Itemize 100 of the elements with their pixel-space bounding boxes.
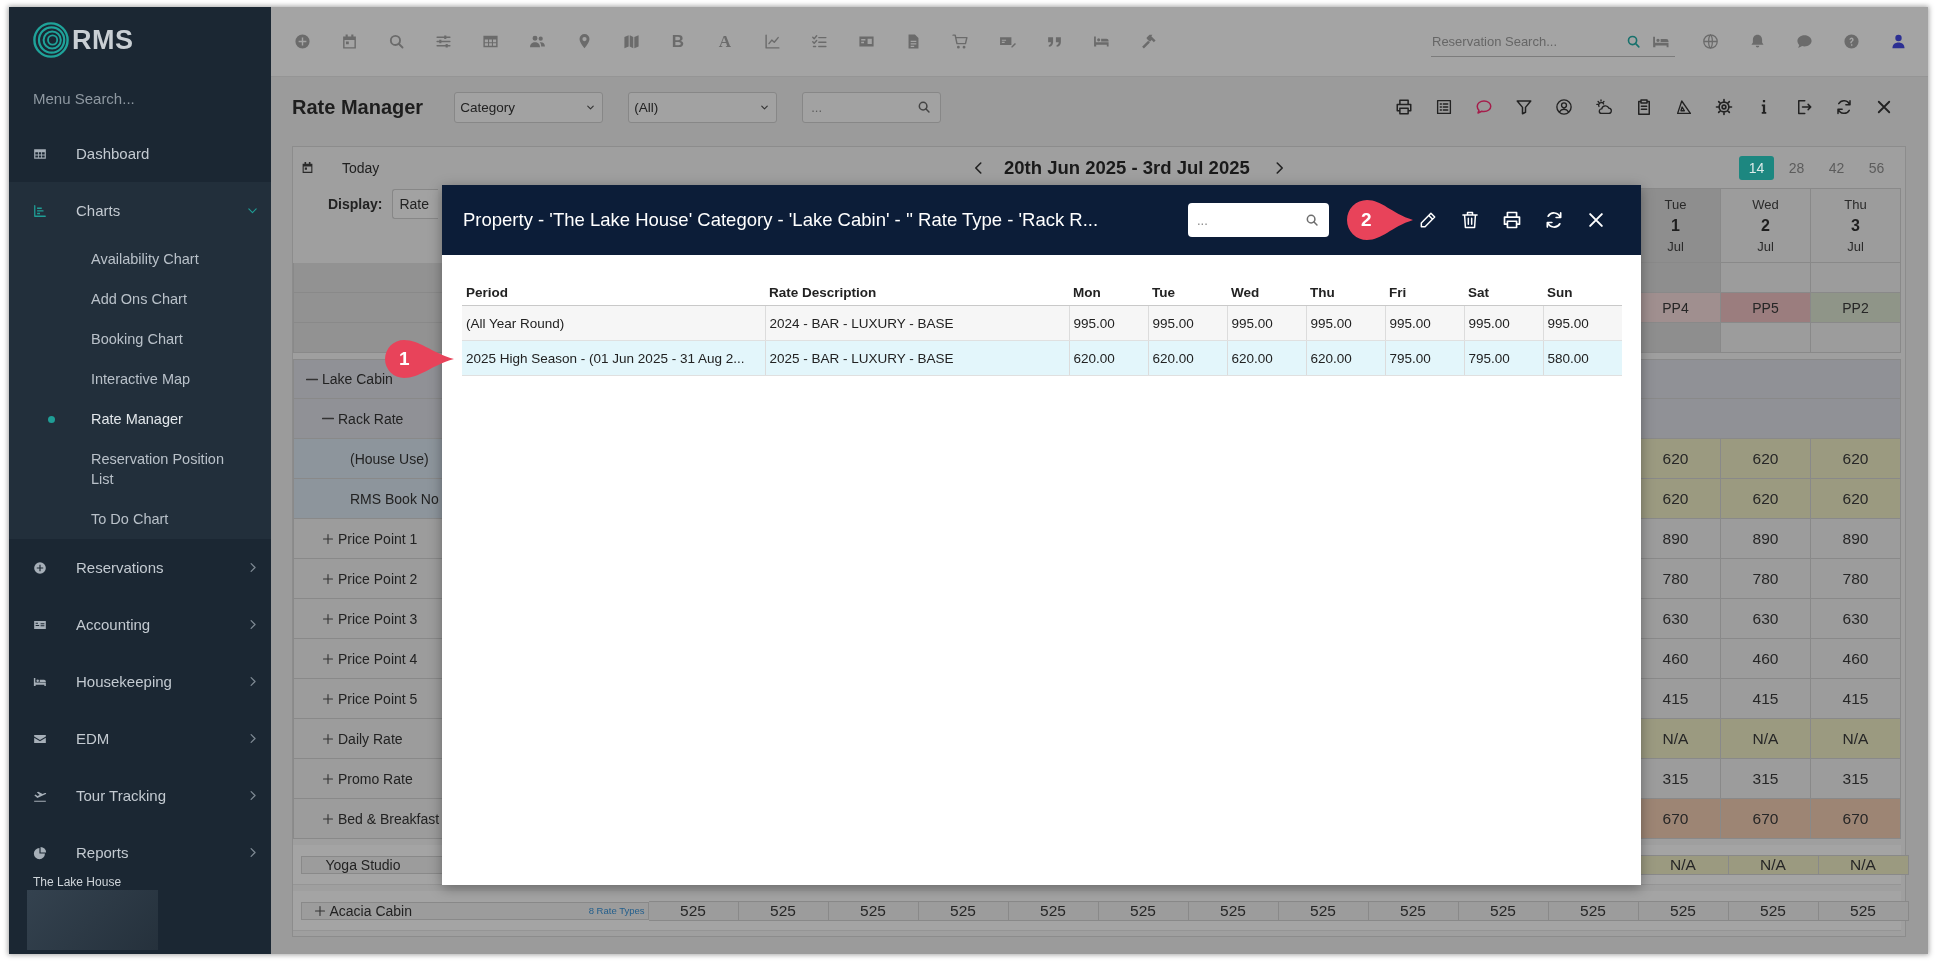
search-icon[interactable]: [1626, 33, 1641, 49]
plus-icon[interactable]: [322, 572, 334, 585]
row-label: Price Point 2: [338, 570, 418, 587]
rate-cell: 525: [738, 900, 829, 921]
column-header: Period: [462, 280, 765, 306]
rate-cell: N/A: [1818, 854, 1909, 875]
cart-icon[interactable]: [951, 33, 969, 50]
export-icon[interactable]: [1795, 98, 1813, 116]
chat-bubble-icon[interactable]: [1795, 33, 1813, 50]
trash-icon[interactable]: [1460, 210, 1480, 230]
map-icon[interactable]: [622, 33, 640, 50]
table-row[interactable]: 2025 High Season - (01 Jun 2025 - 31 Aug 2... 2025 - BAR - LUXURY - BASE 620.00 620.00 620.00 620.00 795.00 795.00 580.00: [462, 340, 1622, 376]
row-label: Price Point 1: [338, 530, 418, 547]
speech-bubble-icon[interactable]: [1475, 98, 1493, 116]
table-icon[interactable]: [481, 33, 499, 50]
rate-cell: 525: [1458, 900, 1549, 921]
menu-item[interactable]: Tour Tracking: [9, 767, 271, 825]
line-chart-icon[interactable]: [763, 33, 781, 50]
submenu-item[interactable]: Add Ons Chart: [9, 279, 271, 320]
table-cell: 2025 - BAR - LUXURY - BASE: [765, 340, 1069, 376]
search-icon[interactable]: [917, 99, 932, 114]
menu-item[interactable]: Dashboard: [9, 125, 271, 183]
triangle-ruler-icon[interactable]: [1675, 98, 1693, 116]
table-cell: 620.00: [1148, 340, 1227, 376]
plus-icon[interactable]: [322, 772, 334, 785]
row-label: RMS Book No: [350, 490, 439, 507]
checklist-icon[interactable]: [810, 33, 828, 50]
column-header: Thu: [1306, 280, 1385, 306]
list-icon[interactable]: [1435, 98, 1453, 116]
period-button[interactable]: 14: [1739, 155, 1774, 180]
menu-item[interactable]: EDM: [9, 710, 271, 768]
display-dropdown[interactable]: Rate: [392, 189, 439, 219]
menu-item[interactable]: Reservations: [9, 539, 271, 597]
table-cell: 995.00: [1069, 305, 1148, 341]
search-field[interactable]: ...: [802, 91, 942, 123]
plus-icon[interactable]: [313, 904, 326, 917]
users-icon[interactable]: [528, 33, 546, 50]
plus-icon[interactable]: [322, 532, 334, 545]
bar-chart-icon: [33, 203, 47, 218]
row-label: Yoga Studio: [325, 856, 401, 873]
minus-icon[interactable]: [306, 377, 318, 381]
filter-icon[interactable]: [1515, 98, 1533, 116]
cloud-sun-icon[interactable]: [1595, 98, 1613, 116]
month-label: Jul: [1667, 238, 1684, 256]
settings-icon[interactable]: [1715, 98, 1733, 116]
sliders-icon[interactable]: [434, 33, 452, 50]
table-cell: 620.00: [1227, 340, 1306, 376]
row-label: Promo Rate: [338, 770, 413, 787]
search-icon[interactable]: [1305, 213, 1319, 227]
minus-icon[interactable]: [322, 417, 334, 420]
month-label: Jul: [1847, 238, 1864, 256]
rate-cell: 525: [1278, 900, 1369, 921]
submenu-item[interactable]: Rate Manager: [9, 399, 271, 440]
menu-item[interactable]: Charts: [9, 182, 271, 240]
table-cell: 795.00: [1385, 340, 1464, 376]
row-label: Daily Rate: [338, 730, 403, 747]
reservation-search-field[interactable]: Reservation Search...: [1431, 26, 1675, 57]
logo-text: RMS: [72, 24, 134, 57]
help-icon[interactable]: [1842, 33, 1860, 50]
filter-dropdown[interactable]: (All): [628, 91, 778, 123]
clipboard-icon[interactable]: [1635, 98, 1653, 116]
menu-item[interactable]: Accounting: [9, 596, 271, 654]
refresh-icon[interactable]: [1544, 210, 1564, 230]
close-icon[interactable]: [1875, 98, 1893, 116]
plus-icon[interactable]: [322, 692, 334, 705]
refresh-icon[interactable]: [1835, 98, 1853, 116]
pencil-icon[interactable]: [1418, 210, 1438, 230]
submenu-item[interactable]: To Do Chart: [9, 499, 271, 540]
table-cell: 995.00: [1306, 305, 1385, 341]
submenu-item[interactable]: Booking Chart: [9, 319, 271, 360]
rate-cell: 460: [1811, 639, 1901, 679]
globe-icon[interactable]: [1701, 33, 1719, 50]
plus-icon[interactable]: [322, 652, 334, 665]
close-icon[interactable]: [1586, 210, 1606, 230]
rate-cell: 670: [1721, 799, 1811, 839]
table-cell: 2025 High Season - (01 Jun 2025 - 31 Aug 2...: [462, 340, 765, 376]
plus-icon[interactable]: [322, 612, 334, 625]
table-cell: 995.00: [1148, 305, 1227, 341]
today-button[interactable]: Today: [301, 159, 380, 176]
table-cell: 995.00: [1543, 305, 1622, 341]
plus-icon[interactable]: [322, 732, 334, 745]
rate-cell: 415: [1721, 679, 1811, 719]
calendar-icon[interactable]: [340, 33, 358, 50]
calendar-icon: [301, 161, 314, 174]
search-field[interactable]: ...: [1188, 203, 1329, 237]
menu-search-field[interactable]: Menu Search...: [33, 83, 243, 114]
rate-cell: 415: [1811, 679, 1901, 719]
submenu-item[interactable]: Interactive Map: [9, 359, 271, 400]
property-name: The Lake House: [33, 874, 122, 890]
menu-item[interactable]: Reports: [9, 824, 271, 874]
submenu-item[interactable]: Availability Chart: [9, 239, 271, 280]
filter-dropdown[interactable]: Category: [454, 91, 604, 123]
menu-item[interactable]: Housekeeping: [9, 653, 271, 711]
plus-icon[interactable]: [322, 812, 334, 825]
hammer-icon[interactable]: [1139, 33, 1157, 50]
search-icon[interactable]: [387, 33, 405, 50]
submenu-item[interactable]: Reservation Position List: [9, 439, 271, 500]
column-header: Sun: [1543, 280, 1622, 306]
table-row[interactable]: (All Year Round) 2024 - BAR - LUXURY - BASE 995.00 995.00 995.00 995.00 995.00 995.00 995.00: [462, 305, 1622, 341]
printer-icon[interactable]: [1395, 98, 1413, 116]
